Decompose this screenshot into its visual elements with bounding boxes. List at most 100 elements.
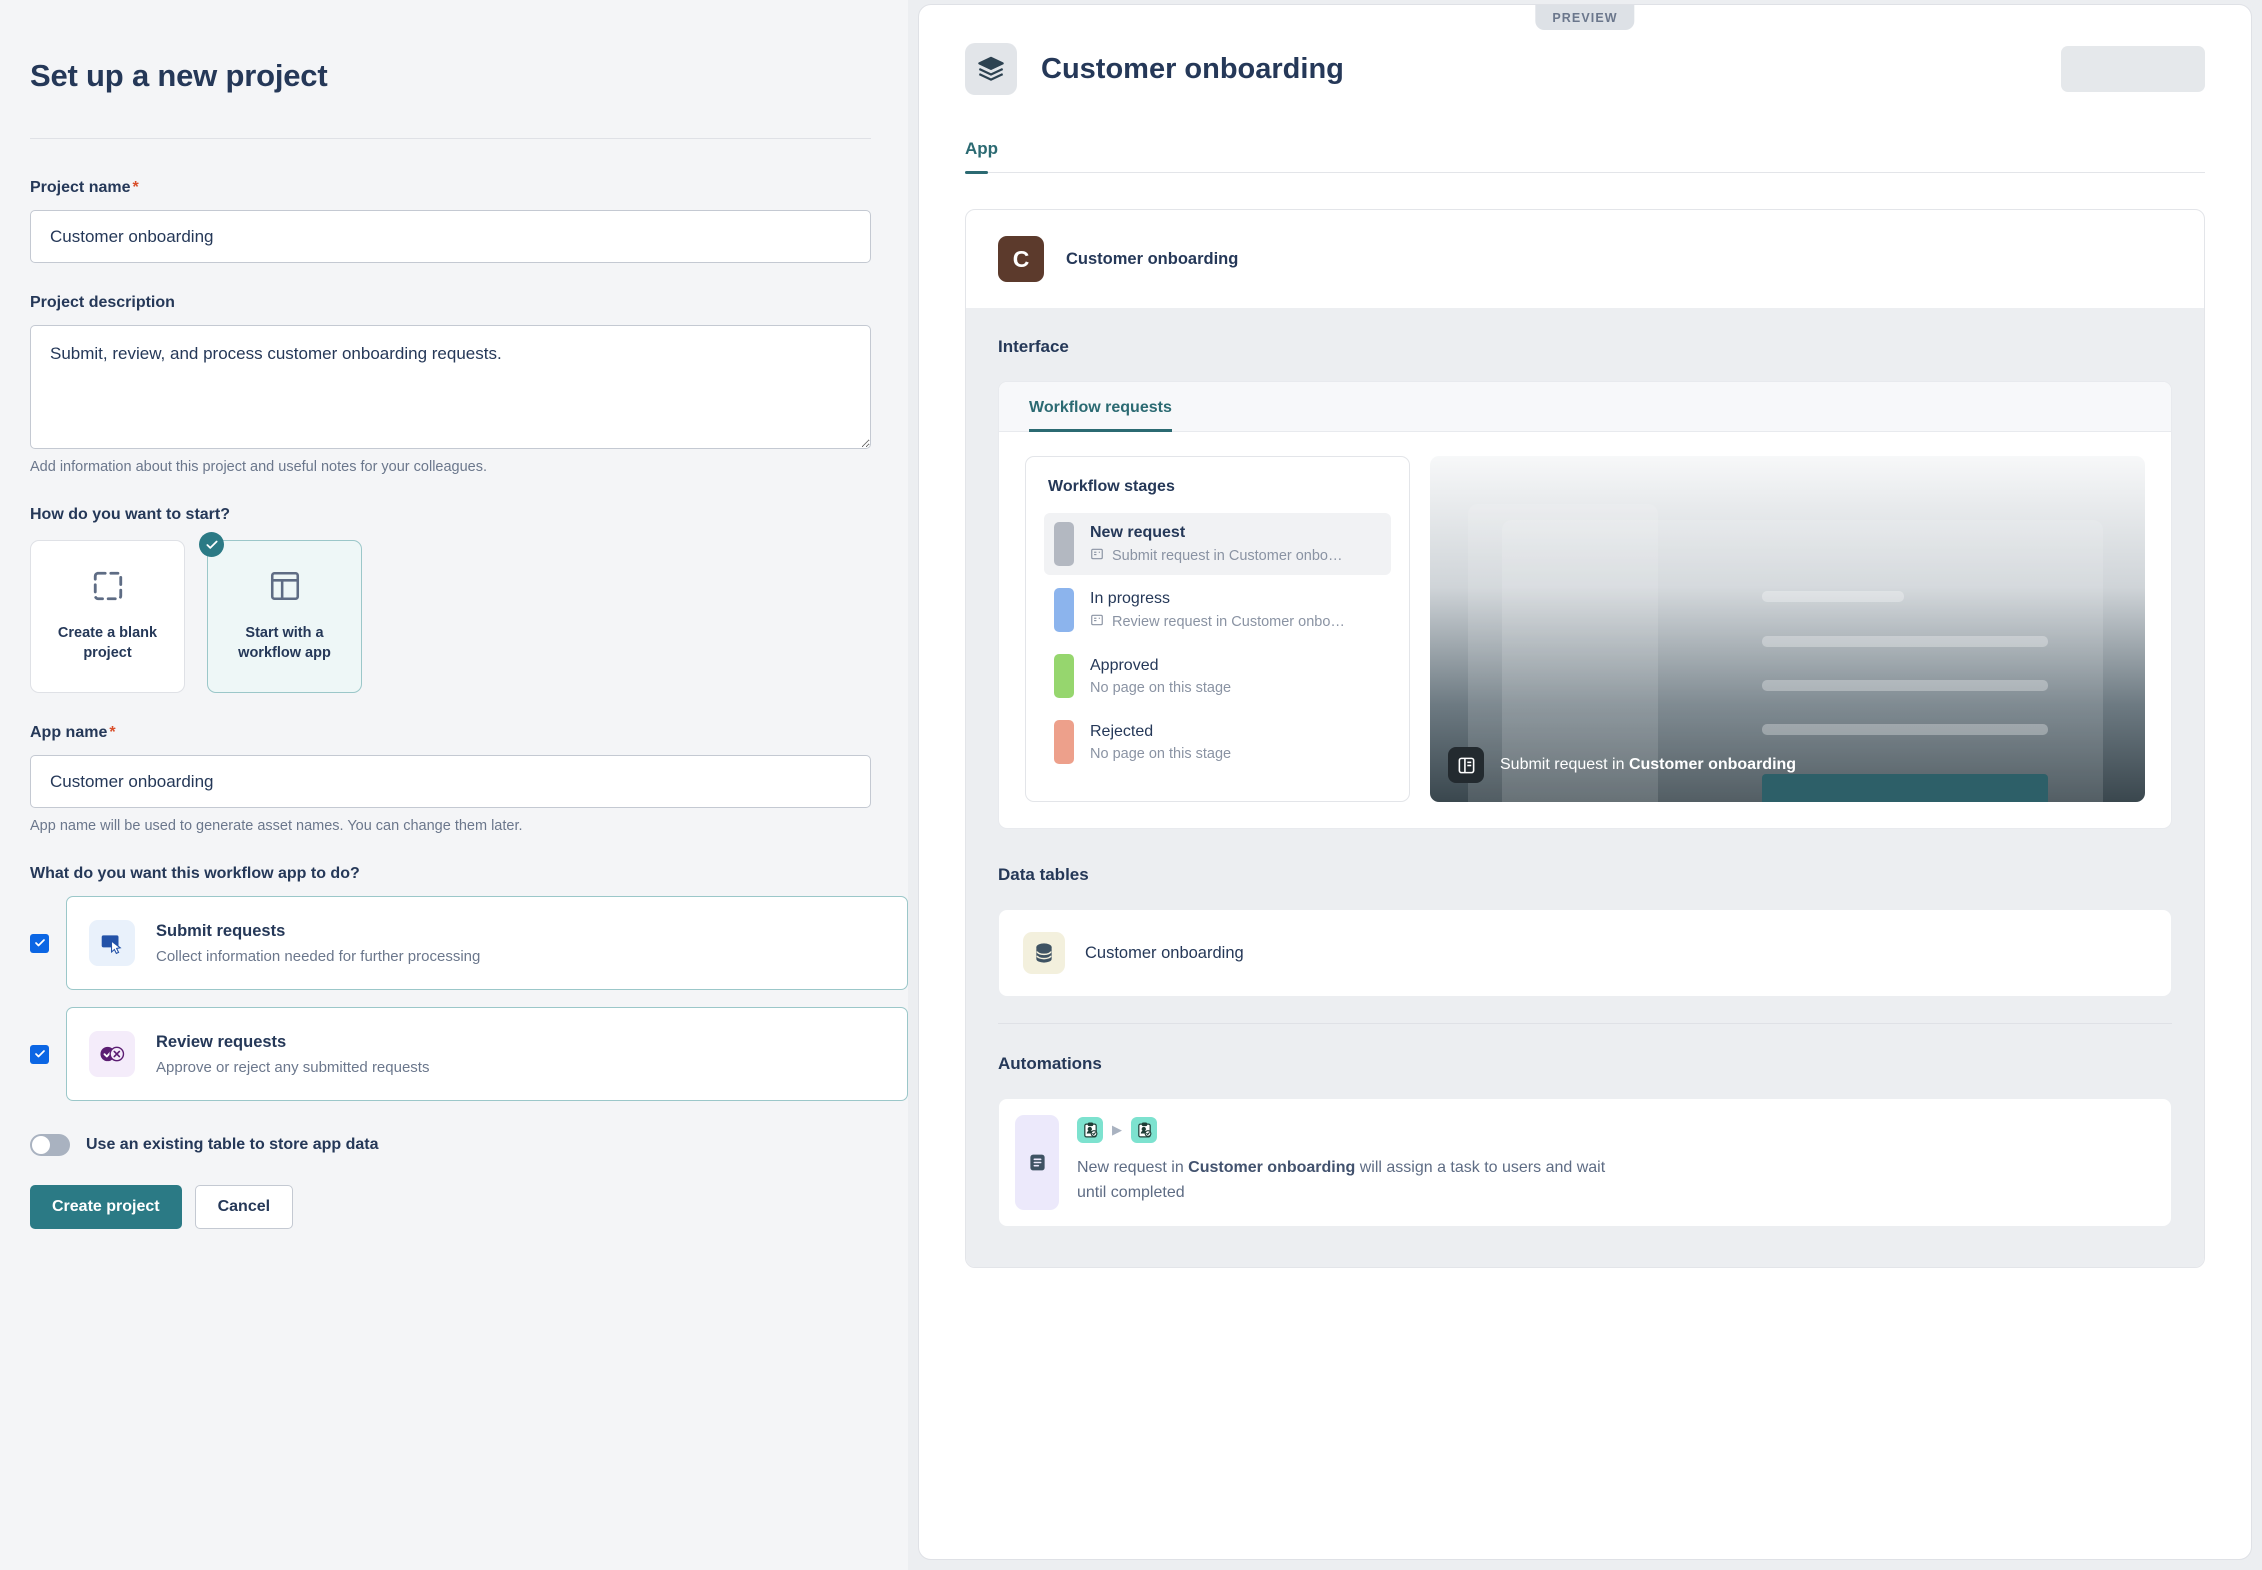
form-actions: Create project Cancel	[30, 1185, 908, 1229]
database-icon	[1023, 932, 1065, 974]
form-cursor-icon	[89, 920, 135, 966]
preview-panel-wrapper: PREVIEW Customer onboarding	[908, 0, 2262, 1570]
stage-row[interactable]: In progress	[1044, 579, 1391, 641]
data-table-row[interactable]: Customer onboarding	[998, 909, 2172, 997]
existing-table-toggle[interactable]	[30, 1134, 70, 1156]
app-root: Set up a new project Project name* Proje…	[0, 0, 2262, 1570]
automation-text-part: New request in	[1077, 1159, 1188, 1176]
preview-frame: PREVIEW Customer onboarding	[918, 4, 2252, 1560]
stage-color-swatch	[1054, 588, 1074, 632]
interface-section: Interface Workflow requests Workflow sta…	[966, 308, 2204, 861]
app-avatar: C	[998, 236, 1044, 282]
interface-card: Workflow requests Workflow stages	[998, 381, 2172, 829]
review-requests-description: Approve or reject any submitted requests	[156, 1059, 429, 1076]
data-table-name: Customer onboarding	[1085, 944, 1244, 963]
stage-subtitle-text: Review request in Customer onbo…	[1112, 614, 1345, 630]
project-description-helper: Add information about this project and u…	[30, 459, 908, 475]
start-card-workflow-app[interactable]: Start with a workflow app	[207, 540, 362, 693]
caption-prefix: Submit request in	[1500, 756, 1629, 773]
stage-row[interactable]: Approved No page on this stage	[1044, 645, 1391, 707]
automation-text-bold: Customer onboarding	[1188, 1159, 1355, 1176]
preview-app-row[interactable]: C Customer onboarding	[966, 210, 2204, 308]
interface-body: Workflow stages New request	[999, 432, 2171, 828]
start-option-group: How do you want to start? Create a blank…	[30, 506, 908, 693]
approve-reject-icon	[89, 1031, 135, 1077]
stage-row[interactable]: New request	[1044, 513, 1391, 575]
project-description-textarea[interactable]: Submit, review, and process customer onb…	[30, 325, 871, 449]
data-tables-section-title: Data tables	[998, 865, 2172, 885]
stage-subtitle-text: No page on this stage	[1090, 746, 1231, 762]
start-cards: Create a blank project	[30, 540, 908, 693]
preview-app-card: C Customer onboarding Interface Workflow…	[965, 209, 2205, 1268]
automation-row[interactable]: ▶	[998, 1098, 2172, 1227]
stage-subtitle: No page on this stage	[1090, 746, 1231, 762]
page-layout-icon	[1448, 747, 1484, 783]
rule-list-icon	[1015, 1115, 1059, 1210]
tab-workflow-requests[interactable]: Workflow requests	[1029, 399, 1172, 431]
page-preview-thumbnail: Submit request in Customer onboarding	[1430, 456, 2145, 802]
interface-section-title: Interface	[998, 337, 2172, 357]
project-name-input[interactable]	[30, 210, 871, 263]
preview-tabbar: App	[965, 139, 2205, 173]
submit-requests-checkbox[interactable]	[30, 934, 49, 953]
workflow-option-submit-requests-card[interactable]: Submit requests Collect information need…	[66, 896, 908, 990]
automation-body: ▶	[1059, 1099, 2171, 1226]
stage-text: In progress	[1090, 590, 1345, 631]
stage-color-swatch	[1054, 654, 1074, 698]
stage-name: Rejected	[1090, 723, 1231, 741]
workflow-option-submit-requests-row: Submit requests Collect information need…	[30, 896, 908, 990]
layers-stack-icon	[965, 43, 1017, 95]
stage-name: Approved	[1090, 657, 1231, 675]
required-asterisk: *	[109, 724, 115, 741]
selected-check-icon	[199, 532, 224, 557]
review-requests-checkbox[interactable]	[30, 1045, 49, 1064]
app-name-label: App name*	[30, 724, 908, 742]
workflow-capabilities-group: What do you want this workflow app to do…	[30, 865, 908, 1101]
chevron-right-icon: ▶	[1112, 1122, 1122, 1138]
cancel-button[interactable]: Cancel	[195, 1185, 293, 1229]
project-name-field-group: Project name*	[30, 179, 908, 263]
automation-step-icons: ▶	[1077, 1117, 2149, 1143]
workflow-stages-title: Workflow stages	[1048, 478, 1391, 496]
workflow-option-review-requests-row: Review requests Approve or reject any su…	[30, 1007, 908, 1101]
automation-description: New request in Customer onboarding will …	[1077, 1156, 1637, 1206]
start-card-blank-project-label: Create a blank project	[53, 624, 163, 663]
thumbnail-cta-button	[1762, 774, 2048, 802]
start-card-workflow-app-label: Start with a workflow app	[230, 624, 340, 663]
stage-text: Approved No page on this stage	[1090, 657, 1231, 696]
start-card-blank-project[interactable]: Create a blank project	[30, 540, 185, 693]
dashed-square-icon	[91, 569, 125, 608]
preview-app-name: Customer onboarding	[1066, 250, 1238, 269]
stage-text: New request	[1090, 524, 1343, 565]
stage-color-swatch	[1054, 522, 1074, 566]
existing-table-toggle-label: Use an existing table to store app data	[86, 1136, 379, 1154]
task-assign-icon	[1077, 1117, 1103, 1143]
project-name-label: Project name*	[30, 179, 908, 197]
task-assign-icon	[1131, 1117, 1157, 1143]
setup-form-panel: Set up a new project Project name* Proje…	[0, 0, 908, 1570]
thumbnail-caption: Submit request in Customer onboarding	[1448, 747, 1796, 783]
stage-subtitle: Submit request in Customer onbo…	[1090, 547, 1343, 565]
review-requests-title: Review requests	[156, 1033, 429, 1052]
create-project-button[interactable]: Create project	[30, 1185, 182, 1229]
existing-table-toggle-row: Use an existing table to store app data	[30, 1134, 908, 1156]
preview-content: Customer onboarding App C Customer onboa…	[919, 5, 2251, 1559]
stage-subtitle: Review request in Customer onbo…	[1090, 613, 1345, 631]
stage-subtitle: No page on this stage	[1090, 680, 1231, 696]
submit-requests-title: Submit requests	[156, 922, 480, 941]
stage-row[interactable]: Rejected No page on this stage	[1044, 711, 1391, 773]
interface-tabbar: Workflow requests	[999, 382, 2171, 432]
layout-panels-icon	[268, 569, 302, 608]
app-name-input[interactable]	[30, 755, 871, 808]
automations-section-title: Automations	[998, 1054, 2172, 1074]
preview-badge: PREVIEW	[1535, 5, 1634, 30]
workflow-question-label: What do you want this workflow app to do…	[30, 865, 908, 883]
workflow-option-review-requests-text: Review requests Approve or reject any su…	[156, 1033, 429, 1076]
tab-app[interactable]: App	[965, 139, 998, 172]
workflow-option-review-requests-card[interactable]: Review requests Approve or reject any su…	[66, 1007, 908, 1101]
data-tables-section: Data tables Customer onboarding	[966, 861, 2204, 997]
workflow-option-submit-requests-text: Submit requests Collect information need…	[156, 922, 480, 965]
preview-placeholder-button[interactable]	[2061, 46, 2205, 92]
stage-text: Rejected No page on this stage	[1090, 723, 1231, 762]
preview-header: Customer onboarding	[965, 43, 2205, 95]
